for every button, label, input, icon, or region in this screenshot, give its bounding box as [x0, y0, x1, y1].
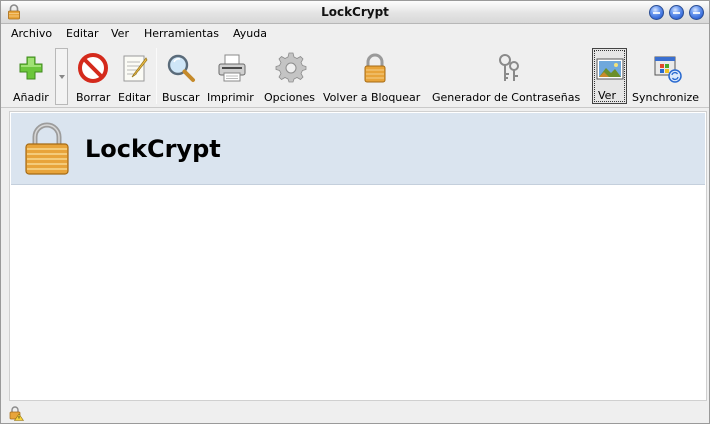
relock-button[interactable]: Volver a Bloquear	[322, 47, 429, 105]
menu-herramientas[interactable]: Herramientas	[144, 27, 219, 40]
search-label: Buscar	[162, 91, 200, 104]
toolbar: Añadir Borrar Editar Buscar Imprimir Opc…	[1, 44, 709, 108]
picture-icon	[596, 58, 624, 80]
status-bar	[1, 403, 709, 423]
notepad-pencil-icon	[123, 55, 148, 82]
search-button[interactable]: Buscar	[161, 47, 203, 105]
options-button[interactable]: Opciones	[263, 47, 319, 105]
maximize-button[interactable]	[669, 5, 684, 20]
edit-button[interactable]: Editar	[117, 47, 155, 105]
window-title: LockCrypt	[321, 5, 389, 19]
no-entry-icon	[78, 53, 108, 83]
add-dropdown-arrow[interactable]	[55, 48, 68, 105]
big-lock-icon	[25, 122, 69, 175]
menu-bar: Archivo Editar Ver Herramientas Ayuda	[1, 25, 709, 43]
keys-icon	[499, 54, 519, 81]
minimize-button[interactable]	[649, 5, 664, 20]
edit-label: Editar	[118, 91, 151, 104]
padlock-icon	[364, 53, 386, 83]
title-bar[interactable]: LockCrypt	[1, 1, 709, 24]
main-panel[interactable]: LockCrypt	[9, 111, 707, 401]
synchronize-label: Synchronize	[632, 91, 700, 104]
magnifier-icon	[167, 54, 195, 82]
add-button[interactable]: Añadir	[9, 47, 53, 105]
menu-archivo[interactable]: Archivo	[11, 27, 52, 40]
print-label: Imprimir	[207, 91, 254, 104]
close-button[interactable]	[689, 5, 704, 20]
printer-icon	[218, 54, 246, 82]
menu-editar[interactable]: Editar	[66, 27, 99, 40]
add-label: Añadir	[13, 91, 49, 104]
gear-icon	[275, 52, 307, 83]
delete-button[interactable]: Borrar	[75, 47, 115, 105]
password-generator-label: Generador de Contraseñas	[432, 91, 581, 104]
header-banner: LockCrypt	[11, 113, 705, 185]
warning-lock-icon	[9, 406, 24, 421]
view-label: Ver	[598, 89, 616, 102]
menu-ver[interactable]: Ver	[111, 27, 129, 40]
menu-ayuda[interactable]: Ayuda	[233, 27, 267, 40]
banner-title: LockCrypt	[85, 135, 221, 163]
delete-label: Borrar	[76, 91, 111, 104]
app-window: LockCrypt Archivo Editar Ver Herramienta…	[0, 0, 710, 424]
relock-label: Volver a Bloquear	[323, 91, 421, 104]
password-generator-button[interactable]: Generador de Contraseñas	[431, 47, 589, 105]
synchronize-button[interactable]: Synchronize	[631, 47, 703, 105]
toolbar-separator	[156, 48, 157, 104]
sync-window-icon	[654, 56, 682, 83]
print-button[interactable]: Imprimir	[206, 47, 260, 105]
plus-icon	[19, 56, 43, 80]
options-label: Opciones	[264, 91, 315, 104]
view-button[interactable]: Ver	[592, 48, 627, 104]
